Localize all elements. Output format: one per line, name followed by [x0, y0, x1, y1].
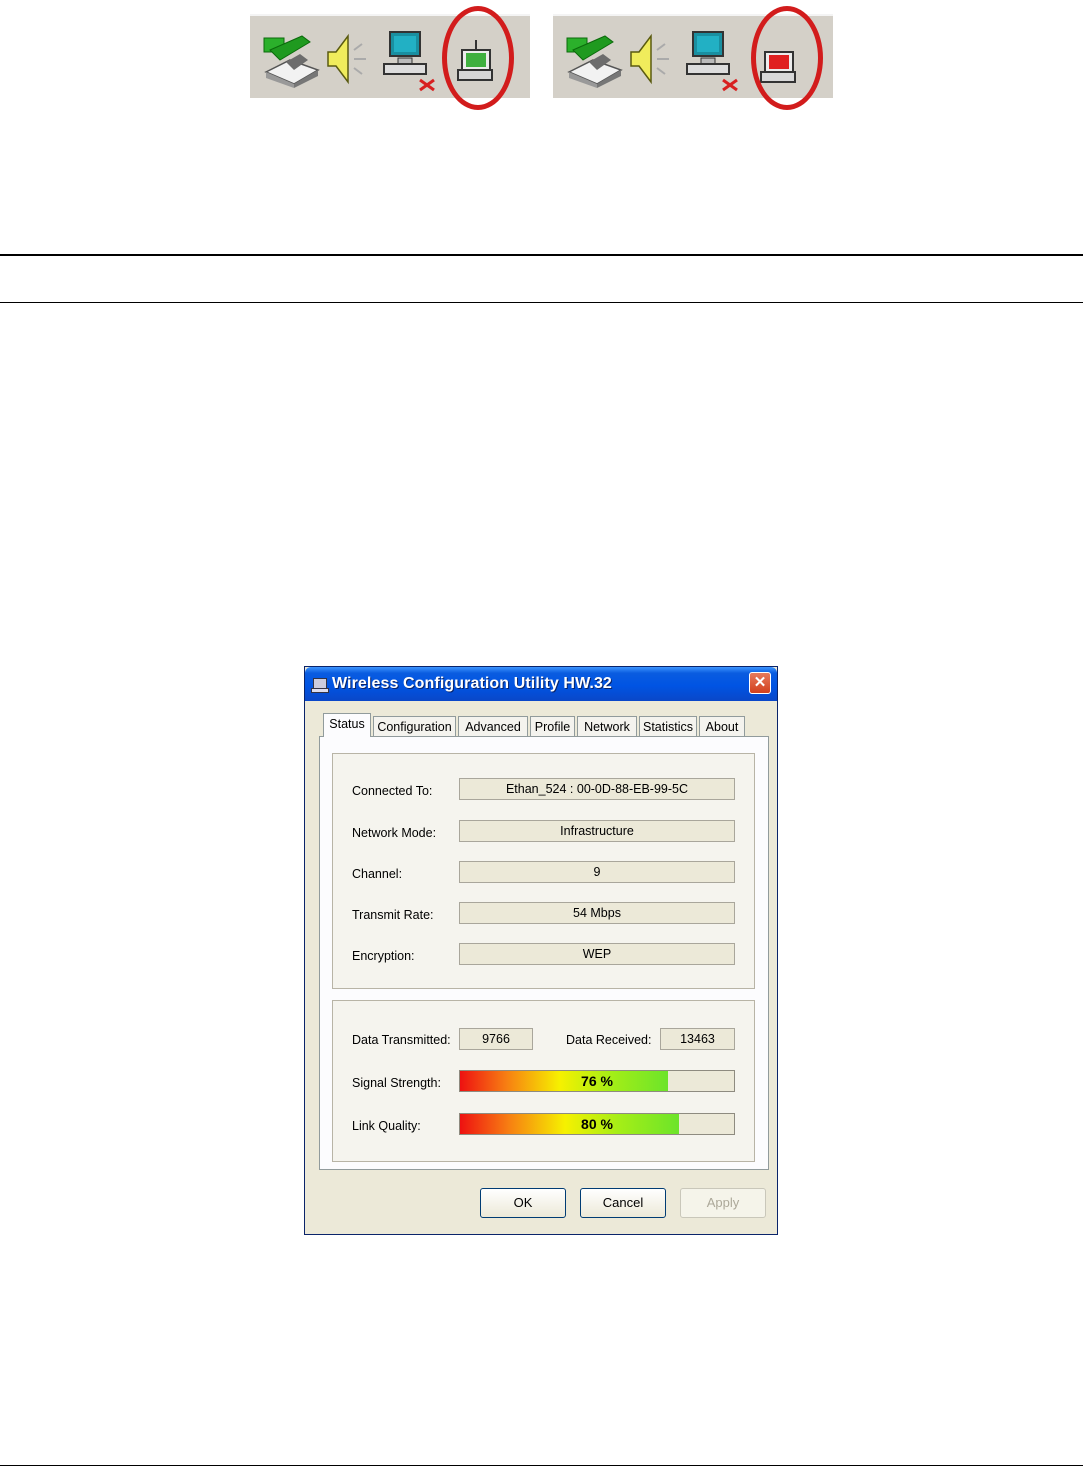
network-disconnected-icon[interactable] [380, 30, 442, 92]
volume-speaker-icon[interactable] [322, 30, 372, 88]
volume-speaker-icon[interactable] [625, 30, 675, 88]
connected-to-label: Connected To: [352, 784, 433, 798]
tab-profile[interactable]: Profile [530, 716, 575, 736]
window-title: Wireless Configuration Utility HW.32 [332, 675, 612, 692]
data-transmitted-field: 9766 [459, 1028, 533, 1050]
title-bar[interactable]: Wireless Configuration Utility HW.32 ✕ [305, 667, 777, 701]
wireless-config-window: Wireless Configuration Utility HW.32 ✕ S… [304, 666, 778, 1235]
tab-network[interactable]: Network [577, 716, 637, 736]
system-tray-disconnected [551, 6, 833, 110]
section-rule-top [0, 254, 1083, 256]
signal-strength-label: Signal Strength: [352, 1076, 441, 1090]
link-quality-value: 80 % [581, 1116, 613, 1132]
signal-strength-value: 76 % [581, 1073, 613, 1089]
channel-field: 9 [459, 861, 735, 883]
section-rule-bottom [0, 302, 1083, 303]
data-transmitted-label: Data Transmitted: [352, 1033, 451, 1047]
encryption-field: WEP [459, 943, 735, 965]
tab-advanced[interactable]: Advanced [458, 716, 528, 736]
page-footer-rule [0, 1465, 1083, 1466]
app-icon [311, 678, 329, 693]
link-quality-bar: 80 % [459, 1113, 735, 1135]
link-quality-label: Link Quality: [352, 1119, 421, 1133]
network-setup-icon[interactable] [563, 32, 625, 88]
transmit-rate-label: Transmit Rate: [352, 908, 434, 922]
link-stats-group: Data Transmitted: 9766 Data Received: 13… [332, 1000, 755, 1162]
network-setup-icon[interactable] [260, 32, 322, 88]
connection-info-group: Connected To: Ethan_524 : 00-0D-88-EB-99… [332, 753, 755, 989]
encryption-label: Encryption: [352, 949, 415, 963]
apply-button[interactable]: Apply [680, 1188, 766, 1218]
ok-button[interactable]: OK [480, 1188, 566, 1218]
tab-about[interactable]: About [699, 716, 745, 736]
signal-strength-bar: 76 % [459, 1070, 735, 1092]
highlight-circle [442, 6, 514, 110]
network-disconnected-icon[interactable] [683, 30, 745, 92]
network-mode-field: Infrastructure [459, 820, 735, 842]
data-received-label: Data Received: [566, 1033, 652, 1047]
tab-status[interactable]: Status [323, 713, 371, 737]
cancel-button[interactable]: Cancel [580, 1188, 666, 1218]
tab-configuration[interactable]: Configuration [373, 716, 456, 736]
close-icon: ✕ [753, 674, 767, 691]
transmit-rate-field: 54 Mbps [459, 902, 735, 924]
close-button[interactable]: ✕ [749, 672, 771, 694]
channel-label: Channel: [352, 867, 403, 881]
connected-to-field: Ethan_524 : 00-0D-88-EB-99-5C [459, 778, 735, 800]
data-received-field: 13463 [660, 1028, 735, 1050]
system-tray-connected [248, 6, 530, 110]
tab-statistics[interactable]: Statistics [639, 716, 697, 736]
network-mode-label: Network Mode: [352, 826, 437, 840]
status-tab-page: Connected To: Ethan_524 : 00-0D-88-EB-99… [319, 736, 769, 1170]
highlight-circle [751, 6, 823, 110]
